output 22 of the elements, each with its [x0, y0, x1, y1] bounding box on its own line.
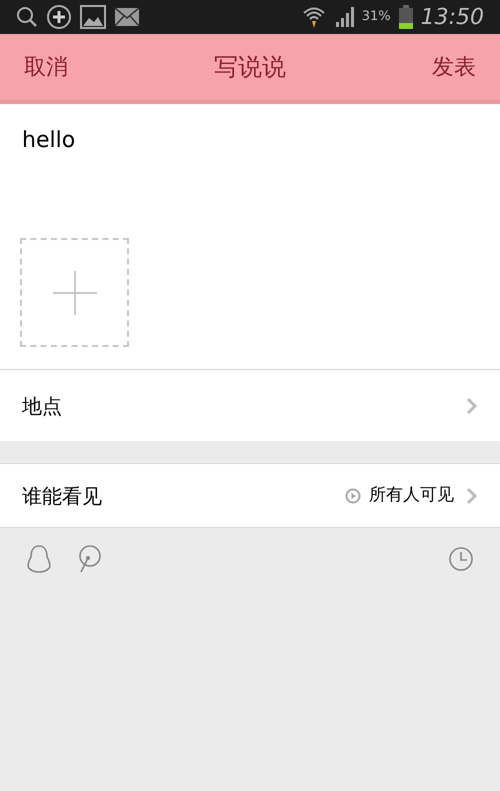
- image-icon: [80, 5, 106, 29]
- location-row[interactable]: 地点: [0, 370, 500, 441]
- chevron-icon: [466, 486, 478, 504]
- page-title: 写说说: [214, 52, 286, 83]
- clock-icon[interactable]: [448, 546, 474, 572]
- battery-icon: [398, 5, 413, 29]
- add-photo-button[interactable]: [20, 238, 129, 347]
- chevron-icon: [466, 396, 478, 414]
- play-circle-icon: [345, 488, 361, 504]
- cancel-button[interactable]: 取消: [24, 50, 68, 84]
- post-text-field[interactable]: hello: [0, 104, 500, 238]
- search-icon: [16, 6, 38, 28]
- plus-circle-icon: [46, 4, 72, 30]
- visibility-row[interactable]: 谁能看见 所有人可见: [0, 463, 500, 528]
- penguin-icon[interactable]: [26, 544, 52, 574]
- publish-button[interactable]: 发表: [432, 50, 476, 84]
- clock-time: 13:50: [420, 4, 484, 32]
- mail-icon: [114, 7, 140, 27]
- plus-icon: [52, 270, 96, 314]
- battery-percent: 31%: [362, 8, 391, 26]
- location-pin-icon[interactable]: [76, 544, 102, 574]
- wifi-icon: [302, 5, 326, 29]
